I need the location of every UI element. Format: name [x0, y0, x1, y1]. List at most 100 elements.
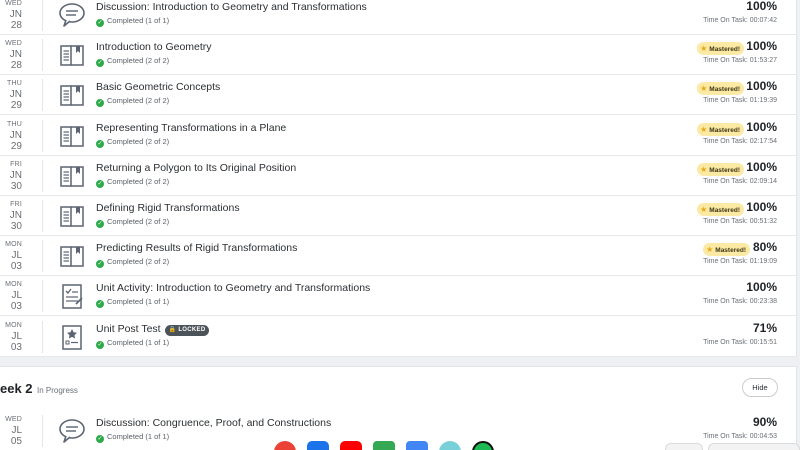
activity-date: MON JL 03 — [0, 276, 28, 316]
activity-percent: 100% — [746, 0, 777, 13]
day-date: JL 03 — [10, 250, 22, 273]
activity-title[interactable]: Representing Transformations in a Plane — [96, 122, 286, 134]
check-icon: ✓ — [96, 220, 104, 228]
star-icon: ★ — [706, 245, 714, 255]
activity-title[interactable]: Unit Post Test 🔒 LOCKED — [96, 323, 210, 336]
activity-percent: 80% — [752, 240, 777, 255]
activity-row[interactable]: WED JN 28 Introduction to Geometry ✓ Complet… — [0, 35, 797, 76]
activity-date: WED JL 05 — [0, 411, 28, 450]
os-taskbar — [260, 440, 800, 450]
divider — [42, 240, 43, 273]
check-icon: ✓ — [96, 260, 104, 269]
discussion-icon — [57, 416, 87, 446]
time-on-task: Time On Task: 02:17:54 — [703, 137, 777, 145]
day-of-week: FRI — [10, 201, 22, 208]
day-date: JN 30 — [9, 169, 22, 192]
hide-button[interactable]: Hide — [742, 378, 778, 397]
star-icon: ★ — [700, 84, 708, 94]
activity-status: ✓ Completed (2 of 2) — [96, 257, 170, 269]
check-icon: ✓ — [96, 19, 104, 27]
discussion-icon — [57, 0, 87, 30]
star-icon: ★ — [700, 44, 708, 54]
activity-date: THU JN 29 — [0, 116, 28, 156]
activity-percent: 90% — [752, 415, 777, 429]
day-date: JN 28 — [9, 49, 22, 72]
time-on-task: Time On Task: 00:51:32 — [703, 218, 777, 225]
activity-status: ✓ Completed (2 of 2) — [96, 176, 170, 188]
divider — [42, 280, 43, 313]
mastered-badge: ★ Mastered! — [697, 162, 744, 176]
star-icon: ★ — [700, 164, 708, 174]
files-icon[interactable] — [307, 441, 329, 450]
spotify-icon[interactable] — [472, 441, 494, 450]
unit-activity-list: WED JN 28 Discussion: Introduction to Geom… — [0, 0, 797, 357]
lesson-book-icon — [57, 241, 87, 271]
activity-row[interactable]: THU JN 29 Representing Transformations in … — [0, 116, 797, 156]
day-of-week: MON — [5, 241, 22, 249]
check-icon: ✓ — [96, 340, 104, 349]
activity-status: ✓ Completed (2 of 2) — [96, 56, 170, 68]
activity-title[interactable]: Defining Rigid Transformations — [96, 202, 240, 214]
youtube-icon[interactable] — [340, 441, 362, 450]
activity-date: FRI JN 30 — [0, 156, 28, 196]
play-store-icon[interactable] — [373, 441, 395, 450]
activity-status: ✓ Completed (1 of 1) — [96, 337, 170, 349]
docs-icon[interactable] — [406, 441, 428, 450]
day-of-week: WED — [5, 0, 22, 7]
mastered-badge: ★ Mastered! — [703, 243, 750, 257]
time-on-task: Time On Task: 00:15:51 — [703, 338, 777, 346]
day-date: JN 30 — [9, 210, 22, 232]
activity-status: ✓ Completed (1 of 1) — [96, 432, 170, 443]
week-2-header[interactable]: eek 2 In Progress Hide — [0, 368, 797, 408]
activity-title[interactable]: Returning a Polygon to Its Original Posi… — [96, 162, 296, 174]
activity-row[interactable]: FRI JN 30 Defining Rigid Transformations ✓ C… — [0, 196, 797, 236]
activity-title[interactable]: Discussion: Congruence, Proof, and Const… — [96, 417, 331, 429]
activity-title[interactable]: Basic Geometric Concepts — [96, 81, 220, 93]
divider — [42, 159, 43, 192]
activity-title[interactable]: Discussion: Introduction to Geometry and… — [96, 1, 367, 13]
week-status: In Progress — [37, 386, 78, 395]
activity-status: ✓ Completed (2 of 2) — [96, 96, 170, 108]
activity-date: THU JN 29 — [0, 75, 28, 115]
tray-pill[interactable] — [665, 443, 703, 450]
activity-row[interactable]: MON JL 03 Predicting Results of Rigid Tran… — [0, 236, 797, 277]
day-date: JL 03 — [10, 330, 22, 353]
activity-date: MON JL 03 — [0, 236, 28, 276]
unit-activity-icon — [57, 281, 87, 311]
check-icon: ✓ — [96, 99, 104, 108]
time-on-task: Time On Task: 02:09:14 — [703, 177, 777, 185]
chrome-icon[interactable] — [274, 441, 296, 450]
lesson-book-icon — [57, 201, 87, 231]
mastered-badge: ★ Mastered! — [697, 42, 744, 56]
star-icon: ★ — [700, 205, 708, 214]
activity-status: ✓ Completed (1 of 1) — [96, 16, 170, 27]
activity-row[interactable]: THU JN 29 Basic Geometric Concepts ✓ Complet… — [0, 75, 797, 116]
star-icon: ★ — [700, 124, 708, 134]
lesson-book-icon — [57, 121, 87, 151]
activity-row[interactable]: MON JL 03 Unit Activity: Introduction to G… — [0, 276, 797, 317]
activity-row[interactable]: WED JN 28 Discussion: Introduction to Geom… — [0, 0, 797, 35]
activity-row[interactable]: MON JL 03 Unit Post Test 🔒 LOCKED ✓ Completed… — [0, 317, 797, 357]
lesson-book-icon — [57, 40, 87, 70]
app-icon[interactable] — [439, 441, 461, 450]
activity-percent: 71% — [752, 320, 777, 335]
activity-title[interactable]: Introduction to Geometry — [96, 41, 212, 53]
divider — [42, 415, 43, 447]
activity-date: MON JL 03 — [0, 317, 28, 357]
activity-title[interactable]: Unit Activity: Introduction to Geometry … — [96, 282, 370, 294]
time-on-task: Time On Task: 01:53:27 — [703, 57, 777, 65]
activity-title[interactable]: Predicting Results of Rigid Transformati… — [96, 242, 297, 254]
activity-percent: 100% — [746, 119, 777, 134]
day-of-week: MON — [5, 281, 22, 289]
mastered-badge: ★ Mastered! — [697, 122, 744, 136]
check-icon: ✓ — [96, 139, 104, 148]
mastered-badge: ★ Mastered! — [697, 203, 744, 216]
activity-row[interactable]: FRI JN 30 Returning a Polygon to Its Origi… — [0, 156, 797, 196]
time-on-task: Time On Task: 00:23:38 — [703, 298, 777, 306]
divider — [42, 200, 43, 232]
activity-date: WED JN 28 — [0, 35, 28, 75]
status-area[interactable] — [708, 443, 800, 450]
check-icon: ✓ — [96, 435, 104, 443]
check-icon: ✓ — [96, 59, 104, 68]
day-date: JN 29 — [9, 89, 22, 112]
